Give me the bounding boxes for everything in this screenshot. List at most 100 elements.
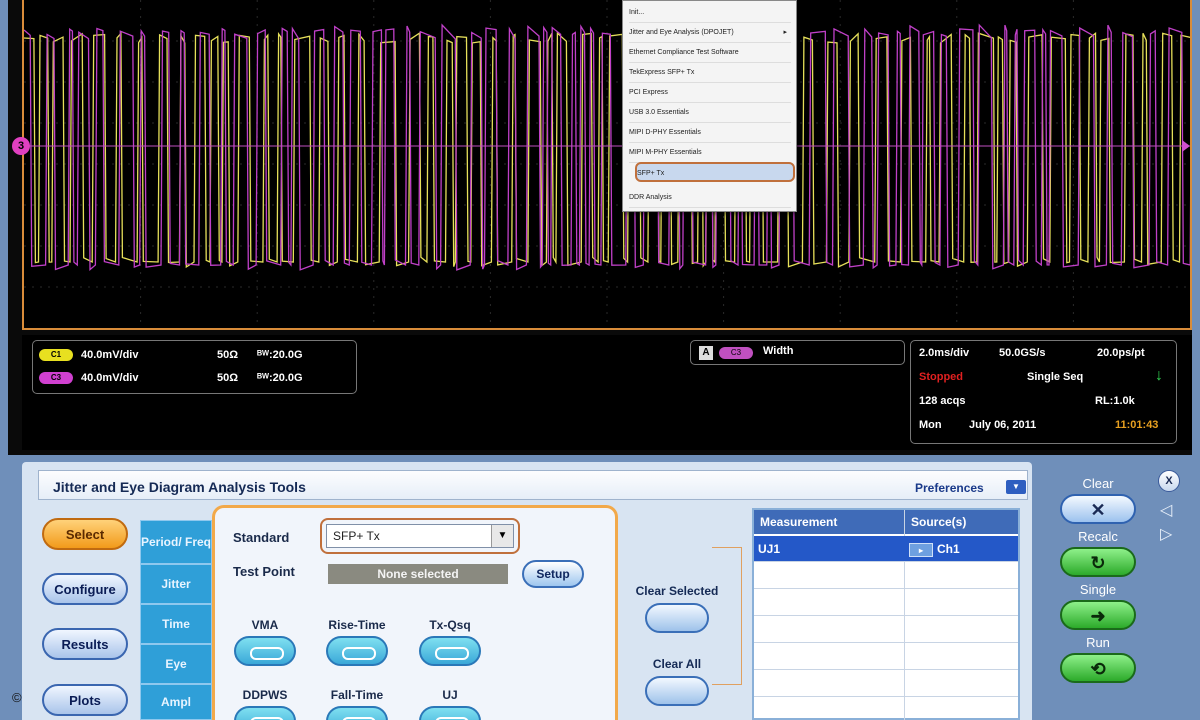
channel-3-impedance: 50Ω (217, 372, 239, 384)
results-button[interactable]: Results (42, 628, 128, 660)
measurement-readout[interactable]: A C3 Width (690, 340, 905, 365)
menu-item[interactable]: MIPI D-PHY Essentials (629, 123, 791, 143)
x-icon: ✕ (1090, 500, 1106, 520)
menu-item[interactable]: USB 3.0 Essentials (629, 103, 791, 123)
tab-time[interactable]: Time (140, 604, 212, 644)
select-button[interactable]: Select (42, 518, 128, 550)
channel-3-readout[interactable]: C3 40.0mV/div 50Ω ᴮᵂ:20.0G (39, 368, 354, 388)
table-row-empty[interactable] (754, 671, 1018, 697)
table-header-measurement: Measurement (754, 510, 904, 534)
rise-time-button[interactable] (326, 636, 388, 666)
menu-item[interactable]: Ethernet Compliance Test Software (629, 43, 791, 63)
tab-ampl[interactable]: Ampl (140, 684, 212, 720)
timebase: 2.0ms/div (919, 347, 970, 359)
recalc-button[interactable]: ↻ (1060, 547, 1136, 577)
context-menu: Init... Jitter and Eye Analysis (DPOJET)… (622, 0, 797, 212)
panel-title-bar: Jitter and Eye Diagram Analysis Tools Pr… (38, 470, 1028, 500)
chevron-down-icon[interactable]: ▼ (491, 525, 513, 547)
channel-1-scale: 40.0mV/div (81, 349, 139, 361)
channel-3-scale: 40.0mV/div (81, 372, 139, 384)
panel-title: Jitter and Eye Diagram Analysis Tools (53, 479, 306, 495)
clear-button[interactable]: ✕ (1060, 494, 1136, 524)
channel-3-badge: C3 (39, 372, 73, 384)
single-label: Single (1079, 582, 1117, 597)
expand-right-icon[interactable]: ▷ (1160, 524, 1172, 544)
menu-item[interactable]: DDR Analysis (629, 188, 791, 208)
uj-label: UJ (442, 688, 458, 702)
table-row[interactable]: UJ1 ▸ Ch1 (754, 536, 1018, 562)
preferences-dropdown-icon[interactable]: ▼ (1006, 480, 1026, 494)
bracket-divider (712, 547, 742, 685)
loop-icon: ⟲ (1090, 659, 1106, 679)
copyright-mark: © (12, 690, 22, 705)
sample-rate: 50.0GS/s (999, 347, 1046, 359)
configure-button[interactable]: Configure (42, 573, 128, 605)
trigger-arrow-icon: ↓ (1155, 367, 1163, 384)
menu-item[interactable]: Init... (629, 3, 791, 23)
channel-1-badge: C1 (39, 349, 73, 361)
setup-button[interactable]: Setup (522, 560, 584, 588)
source-cell: ▸ Ch1 (905, 536, 960, 562)
menu-item[interactable]: PCI Express (629, 83, 791, 103)
table-row-empty[interactable] (754, 590, 1018, 616)
measurement-channel-badge: C3 (719, 347, 753, 359)
measurement-table: Measurement Source(s) UJ1 ▸ Ch1 (752, 508, 1020, 720)
plots-button[interactable]: Plots (42, 684, 128, 716)
rise-time-label: Rise-Time (328, 618, 386, 632)
clear-all-button[interactable] (645, 676, 709, 706)
arrow-right-icon: ➜ (1090, 606, 1106, 626)
ddpws-label: DDPWS (242, 688, 288, 702)
channel-icon: ▸ (909, 542, 933, 557)
date: July 06, 2011 (969, 419, 1037, 431)
vma-label: VMA (251, 618, 279, 632)
refresh-icon: ↻ (1090, 553, 1106, 573)
tx-qsq-button[interactable] (419, 636, 481, 666)
channel-readout-box[interactable]: C1 40.0mV/div 50Ω ᴮᵂ:20.0G C3 40.0mV/div… (32, 340, 357, 394)
vma-button[interactable] (234, 636, 296, 666)
table-row-empty[interactable] (754, 563, 1018, 589)
submenu-arrow-icon: ▸ (783, 29, 787, 36)
table-row-empty[interactable] (754, 617, 1018, 643)
resolution: 20.0ps/pt (1097, 347, 1145, 359)
table-header-sources: Source(s) (905, 510, 1018, 534)
collapse-left-icon[interactable]: ◁ (1160, 500, 1172, 520)
ddpws-button[interactable] (234, 706, 296, 720)
test-point-field[interactable]: None selected (328, 564, 508, 584)
channel-3-marker[interactable]: 3 (12, 137, 30, 155)
standard-label: Standard (233, 530, 290, 545)
measurement-cell: UJ1 (758, 542, 781, 556)
channel-1-bandwidth: ᴮᵂ:20.0G (257, 349, 303, 361)
clear-selected-button[interactable] (645, 603, 709, 633)
channel-1-readout[interactable]: C1 40.0mV/div 50Ω ᴮᵂ:20.0G (39, 345, 354, 365)
standard-value: SFP+ Tx (333, 529, 380, 543)
acquisition-readout[interactable]: 2.0ms/div 50.0GS/s 20.0ps/pt Stopped Sin… (910, 340, 1177, 444)
tab-period-freq[interactable]: Period/ Freq (140, 520, 212, 564)
acquisition-status: Stopped (919, 371, 963, 383)
menu-item[interactable]: TekExpress SFP+ Tx (629, 63, 791, 83)
tab-eye[interactable]: Eye (140, 644, 212, 684)
acquisition-count: 128 acqs (919, 395, 966, 407)
single-button[interactable]: ➜ (1060, 600, 1136, 630)
tab-jitter[interactable]: Jitter (140, 564, 212, 604)
menu-item[interactable]: MIPI M-PHY Essentials (629, 143, 791, 163)
channel-1-impedance: 50Ω (217, 349, 239, 361)
standard-select[interactable]: SFP+ Tx ▼ (320, 518, 520, 554)
run-button[interactable]: ⟲ (1060, 653, 1136, 683)
waveform-graticule[interactable] (22, 0, 1192, 330)
tx-qsq-label: Tx-Qsq (429, 618, 471, 632)
fall-time-button[interactable] (326, 706, 388, 720)
close-button[interactable]: X (1158, 470, 1180, 492)
recalc-label: Recalc (1078, 529, 1118, 544)
waveform-plot (24, 0, 1190, 328)
uj-button[interactable] (419, 706, 481, 720)
scope-bezel-right (1192, 0, 1200, 455)
preferences-link[interactable]: Preferences (915, 481, 984, 495)
scope-bezel-left (0, 0, 8, 455)
fall-time-label: Fall-Time (330, 688, 384, 702)
day: Mon (919, 419, 942, 431)
menu-item-dpojet[interactable]: Jitter and Eye Analysis (DPOJET) ▸ (629, 23, 791, 43)
table-row-empty[interactable] (754, 644, 1018, 670)
menu-item-selected[interactable]: SFP+ Tx (635, 162, 795, 182)
channel-3-bandwidth: ᴮᵂ:20.0G (257, 372, 303, 384)
run-label: Run (1086, 635, 1110, 650)
